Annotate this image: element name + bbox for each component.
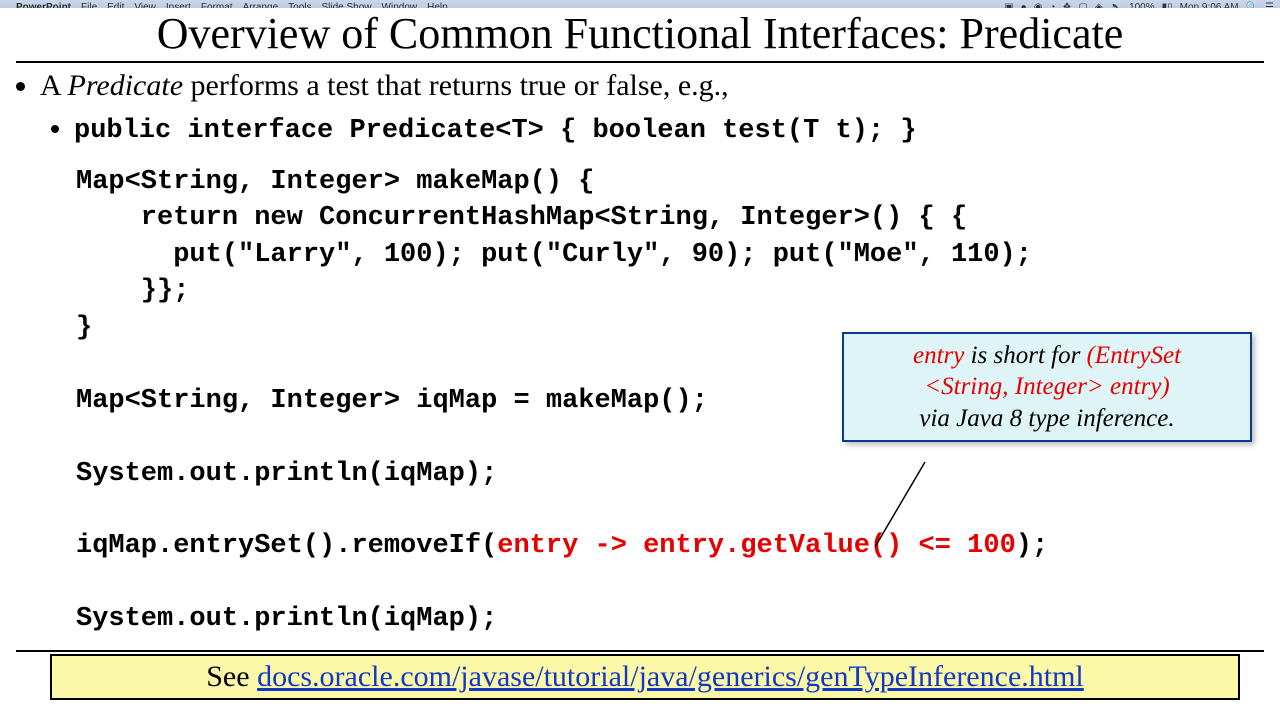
bullet-text-pre: A [40, 69, 68, 102]
interface-signature: public interface Predicate<T> { boolean … [74, 116, 917, 146]
code-line-7: Map<String, Integer> iqMap = makeMap(); [76, 386, 708, 416]
code-line-13: System.out.println(iqMap); [76, 604, 497, 634]
bullet-list: A Predicate performs a test that returns… [40, 69, 1280, 146]
slide-body: Overview of Common Functional Interfaces… [0, 8, 1280, 712]
code-line-11c: ); [1016, 531, 1048, 561]
callout-mid-1: is short for [964, 342, 1086, 369]
code-line-11-lambda: entry -> entry.getValue() <= 100 [497, 531, 1015, 561]
callout-box: entry is short for (EntrySet <String, In… [842, 332, 1252, 442]
code-line-2: return new ConcurrentHashMap<String, Int… [76, 203, 967, 233]
code-line-1: Map<String, Integer> makeMap() { [76, 167, 594, 197]
code-line-9: System.out.println(iqMap); [76, 459, 497, 489]
callout-line-3: via Java 8 type inference. [854, 403, 1240, 434]
code-line-4: }}; [76, 276, 189, 306]
bullet-text-post: performs a test that returns true or fal… [183, 69, 729, 102]
footer-link[interactable]: docs.oracle.com/javase/tutorial/java/gen… [257, 660, 1084, 693]
callout-line-2: <String, Integer> entry) [854, 371, 1240, 402]
callout-entryset-1: (EntrySet [1087, 342, 1181, 369]
code-line-5: } [76, 313, 92, 343]
bottom-rule [16, 650, 1264, 652]
sub-bullet-signature: public interface Predicate<T> { boolean … [74, 113, 1280, 146]
callout-line-1: entry is short for (EntrySet [854, 340, 1240, 371]
title-rule [16, 61, 1264, 63]
predicate-word: Predicate [68, 69, 184, 102]
footer-see-text: See [206, 660, 257, 693]
code-line-3: put("Larry", 100); put("Curly", 90); put… [76, 240, 1032, 270]
callout-entryset-2: <String, Integer> entry) [924, 373, 1170, 400]
slide-title: Overview of Common Functional Interfaces… [0, 8, 1280, 59]
footer-bar: See docs.oracle.com/javase/tutorial/java… [50, 654, 1240, 700]
bullet-predicate: A Predicate performs a test that returns… [40, 69, 1280, 146]
code-line-11a: iqMap.entrySet().removeIf( [76, 531, 497, 561]
callout-entry-word: entry [913, 342, 964, 369]
